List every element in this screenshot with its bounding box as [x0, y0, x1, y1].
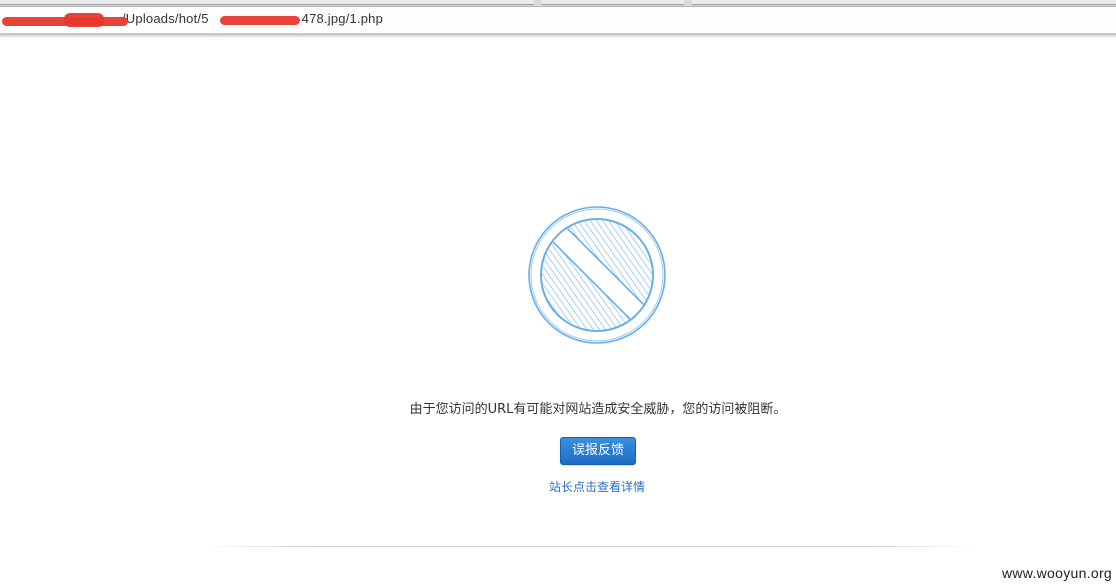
browser-tab[interactable]	[542, 0, 684, 5]
webmaster-details-link[interactable]: 站长点击查看详情	[0, 478, 1116, 495]
block-message: 由于您访问的URL有可能对网站造成安全威胁，您的访问被阻断。	[409, 402, 787, 417]
url-fragment: 478.jpg/1.php	[301, 11, 384, 26]
address-bar[interactable]: /Uploads/hot/5 478.jpg/1.php	[0, 7, 1116, 34]
footer-divider	[200, 546, 980, 547]
blocked-icon	[528, 206, 666, 344]
browser-tab-strip	[0, 0, 1116, 7]
browser-tab[interactable]	[692, 0, 1116, 5]
watermark: www.wooyun.org	[1001, 565, 1112, 581]
browser-tab[interactable]	[0, 0, 534, 5]
redaction-mark	[64, 13, 104, 27]
report-false-positive-button[interactable]: 误报反馈	[560, 437, 636, 465]
toolbar-shadow	[0, 34, 1116, 38]
url-fragment: /Uploads/hot/5	[122, 11, 209, 26]
redaction-mark	[220, 16, 300, 25]
